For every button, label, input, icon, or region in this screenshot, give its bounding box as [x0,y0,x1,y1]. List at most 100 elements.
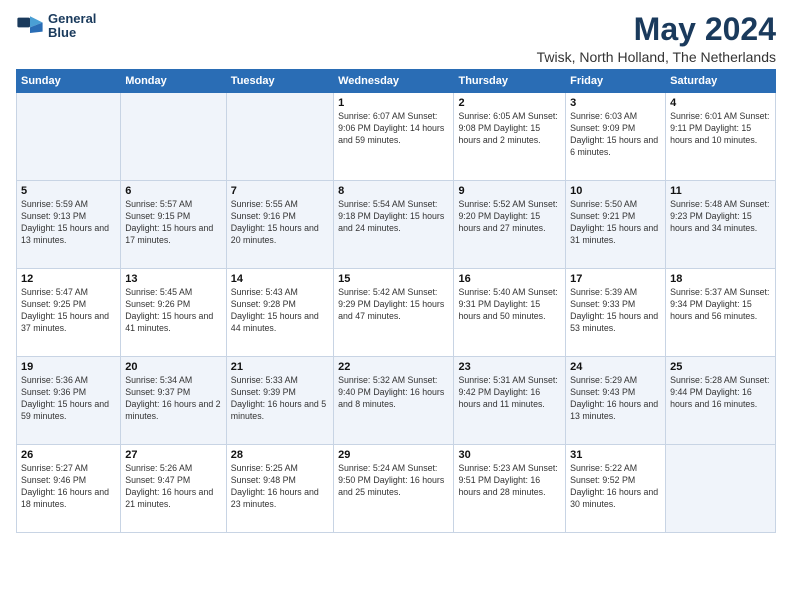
day-cell: 11 Sunrise: 5:48 AM Sunset: 9:23 PM Dayli… [666,181,776,269]
logo-text: General Blue [48,12,96,41]
day-number: 13 [125,273,222,285]
logo: General Blue [16,12,96,41]
day-number: 4 [670,97,771,109]
day-cell: 29Sunrise: 5:24 AM Sunset: 9:50 PM Dayli… [334,445,454,533]
day-cell: 28 Sunrise: 5:25 AM Sunset: 9:48 PM Dayli… [226,445,333,533]
day-detail: Sunrise: 5:29 AM Sunset: 9:43 PM Dayligh… [570,375,661,423]
week-row-4: 19 Sunrise: 5:36 AM Sunset: 9:36 PM Dayli… [17,357,776,445]
day-cell: 10 Sunrise: 5:50 AM Sunset: 9:21 PM Dayli… [566,181,666,269]
day-detail: Sunrise: 5:28 AM Sunset: 9:44 PM Dayligh… [670,375,771,411]
day-number: 16 [458,273,561,285]
day-detail: Sunrise: 6:03 AM Sunset: 9:09 PM Dayligh… [570,111,661,159]
day-detail: Sunrise: 5:23 AM Sunset: 9:51 PM Dayligh… [458,463,561,499]
day-number: 25 [670,361,771,373]
day-number: 24 [570,361,661,373]
day-cell: 12 Sunrise: 5:47 AM Sunset: 9:25 PM Dayli… [17,269,121,357]
day-number: 29 [338,449,449,461]
day-detail: Sunrise: 5:52 AM Sunset: 9:20 PM Dayligh… [458,199,561,235]
day-cell: 4 Sunrise: 6:01 AM Sunset: 9:11 PM Daylig… [666,93,776,181]
day-detail: Sunrise: 5:34 AM Sunset: 9:37 PM Dayligh… [125,375,222,423]
day-detail: Sunrise: 5:50 AM Sunset: 9:21 PM Dayligh… [570,199,661,247]
day-cell: 20 Sunrise: 5:34 AM Sunset: 9:37 PM Dayli… [121,357,227,445]
day-number: 11 [670,185,771,197]
col-header-sunday: Sunday [17,70,121,93]
day-number: 6 [125,185,222,197]
day-cell: 7 Sunrise: 5:55 AM Sunset: 9:16 PM Daylig… [226,181,333,269]
day-number: 9 [458,185,561,197]
day-detail: Sunrise: 5:47 AM Sunset: 9:25 PM Dayligh… [21,287,116,335]
day-cell [666,445,776,533]
day-cell: 6Sunrise: 5:57 AM Sunset: 9:15 PM Daylig… [121,181,227,269]
day-cell [226,93,333,181]
day-number: 7 [231,185,329,197]
day-detail: Sunrise: 5:36 AM Sunset: 9:36 PM Dayligh… [21,375,116,423]
day-cell: 18 Sunrise: 5:37 AM Sunset: 9:34 PM Dayli… [666,269,776,357]
day-cell: 2Sunrise: 6:05 AM Sunset: 9:08 PM Daylig… [454,93,566,181]
day-cell: 3 Sunrise: 6:03 AM Sunset: 9:09 PM Daylig… [566,93,666,181]
logo-line2: Blue [48,25,76,40]
day-number: 31 [570,449,661,461]
week-row-2: 5Sunrise: 5:59 AM Sunset: 9:13 PM Daylig… [17,181,776,269]
day-detail: Sunrise: 5:37 AM Sunset: 9:34 PM Dayligh… [670,287,771,323]
day-number: 2 [458,97,561,109]
day-cell: 17 Sunrise: 5:39 AM Sunset: 9:33 PM Dayli… [566,269,666,357]
day-cell: 23 Sunrise: 5:31 AM Sunset: 9:42 PM Dayli… [454,357,566,445]
col-header-friday: Friday [566,70,666,93]
day-detail: Sunrise: 5:54 AM Sunset: 9:18 PM Dayligh… [338,199,449,235]
day-number: 12 [21,273,116,285]
day-number: 20 [125,361,222,373]
day-cell [121,93,227,181]
day-cell: 30 Sunrise: 5:23 AM Sunset: 9:51 PM Dayli… [454,445,566,533]
day-detail: Sunrise: 5:25 AM Sunset: 9:48 PM Dayligh… [231,463,329,511]
day-cell: 5Sunrise: 5:59 AM Sunset: 9:13 PM Daylig… [17,181,121,269]
day-number: 5 [21,185,116,197]
day-number: 14 [231,273,329,285]
day-cell: 24 Sunrise: 5:29 AM Sunset: 9:43 PM Dayli… [566,357,666,445]
day-cell: 13 Sunrise: 5:45 AM Sunset: 9:26 PM Dayli… [121,269,227,357]
day-cell: 27Sunrise: 5:26 AM Sunset: 9:47 PM Dayli… [121,445,227,533]
day-detail: Sunrise: 5:22 AM Sunset: 9:52 PM Dayligh… [570,463,661,511]
day-number: 26 [21,449,116,461]
day-number: 19 [21,361,116,373]
day-number: 28 [231,449,329,461]
day-cell [17,93,121,181]
header: General Blue May 2024 Twisk, North Holla… [16,12,776,65]
day-detail: Sunrise: 5:33 AM Sunset: 9:39 PM Dayligh… [231,375,329,423]
col-header-thursday: Thursday [454,70,566,93]
col-header-saturday: Saturday [666,70,776,93]
day-number: 22 [338,361,449,373]
day-number: 23 [458,361,561,373]
day-detail: Sunrise: 5:45 AM Sunset: 9:26 PM Dayligh… [125,287,222,335]
day-detail: Sunrise: 5:31 AM Sunset: 9:42 PM Dayligh… [458,375,561,411]
main-title: May 2024 [537,12,776,47]
logo-line1: General [48,11,96,26]
day-cell: 21 Sunrise: 5:33 AM Sunset: 9:39 PM Dayli… [226,357,333,445]
week-row-1: 1Sunrise: 6:07 AM Sunset: 9:06 PM Daylig… [17,93,776,181]
day-detail: Sunrise: 5:39 AM Sunset: 9:33 PM Dayligh… [570,287,661,335]
day-detail: Sunrise: 5:43 AM Sunset: 9:28 PM Dayligh… [231,287,329,335]
day-detail: Sunrise: 6:01 AM Sunset: 9:11 PM Dayligh… [670,111,771,147]
day-cell: 25 Sunrise: 5:28 AM Sunset: 9:44 PM Dayli… [666,357,776,445]
day-detail: Sunrise: 5:48 AM Sunset: 9:23 PM Dayligh… [670,199,771,235]
day-number: 10 [570,185,661,197]
day-cell: 26 Sunrise: 5:27 AM Sunset: 9:46 PM Dayli… [17,445,121,533]
day-number: 21 [231,361,329,373]
day-number: 18 [670,273,771,285]
calendar-header-row: SundayMondayTuesdayWednesdayThursdayFrid… [17,70,776,93]
day-cell: 16Sunrise: 5:40 AM Sunset: 9:31 PM Dayli… [454,269,566,357]
day-number: 3 [570,97,661,109]
day-cell: 1Sunrise: 6:07 AM Sunset: 9:06 PM Daylig… [334,93,454,181]
day-detail: Sunrise: 5:27 AM Sunset: 9:46 PM Dayligh… [21,463,116,511]
title-block: May 2024 Twisk, North Holland, The Nethe… [537,12,776,65]
day-number: 17 [570,273,661,285]
page: General Blue May 2024 Twisk, North Holla… [0,0,792,612]
day-detail: Sunrise: 5:32 AM Sunset: 9:40 PM Dayligh… [338,375,449,411]
subtitle: Twisk, North Holland, The Netherlands [537,49,776,65]
logo-icon [16,12,44,40]
day-cell: 19 Sunrise: 5:36 AM Sunset: 9:36 PM Dayli… [17,357,121,445]
day-cell: 31 Sunrise: 5:22 AM Sunset: 9:52 PM Dayli… [566,445,666,533]
calendar-table: SundayMondayTuesdayWednesdayThursdayFrid… [16,69,776,533]
day-detail: Sunrise: 6:07 AM Sunset: 9:06 PM Dayligh… [338,111,449,147]
day-number: 30 [458,449,561,461]
day-detail: Sunrise: 5:55 AM Sunset: 9:16 PM Dayligh… [231,199,329,247]
